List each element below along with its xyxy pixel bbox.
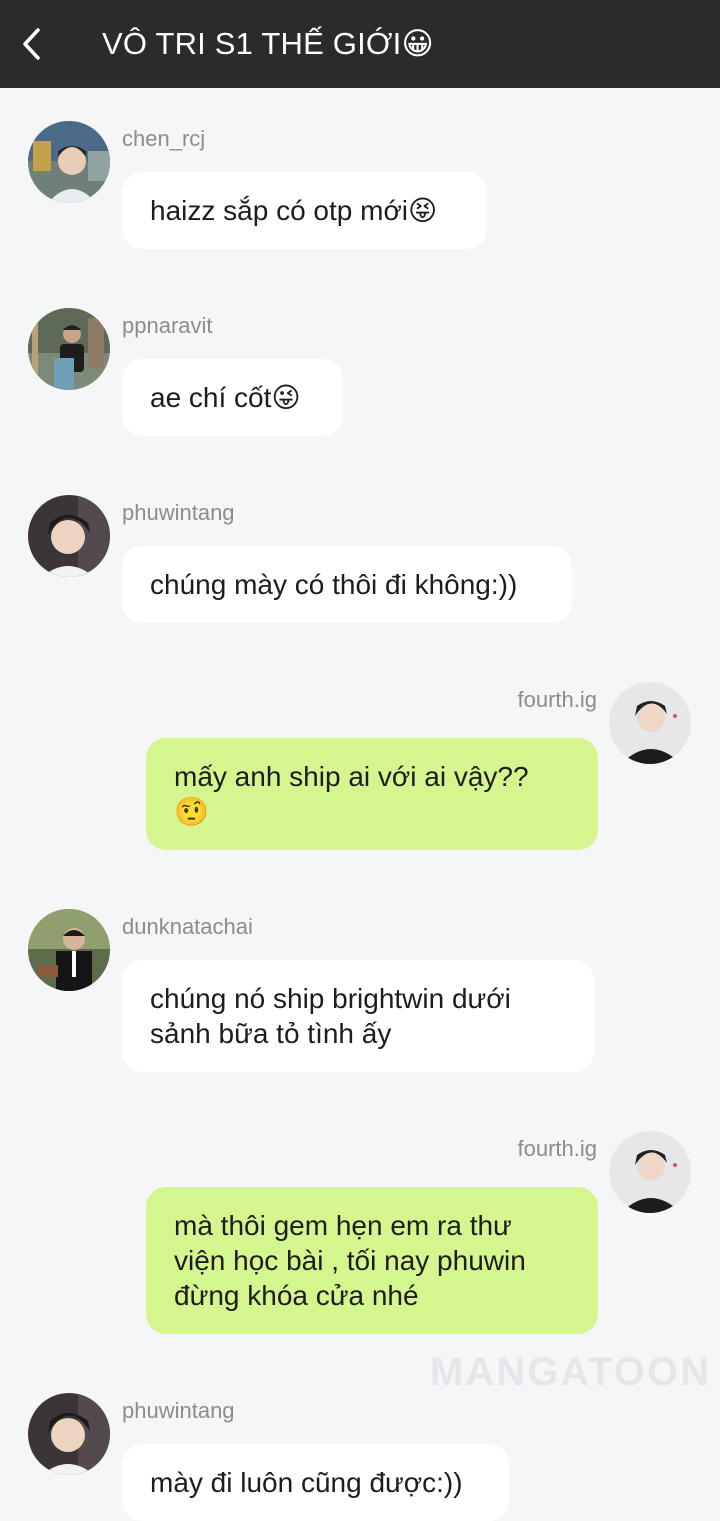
- avatar[interactable]: [609, 682, 691, 764]
- avatar[interactable]: [28, 909, 110, 991]
- username: chen_rcj: [122, 126, 206, 151]
- message-list[interactable]: chen_rcj haizz sắp có otp mới😝 ppnaravit…: [0, 88, 720, 1521]
- message-bubble[interactable]: mấy anh ship ai với ai vậy?? 🤨: [146, 738, 598, 850]
- username: dunknatachai: [122, 914, 253, 939]
- avatar[interactable]: [28, 495, 110, 577]
- username: ppnaravit: [122, 313, 213, 338]
- username: phuwintang: [122, 500, 235, 525]
- username: fourth.ig: [517, 1136, 598, 1161]
- chat-title: VÔ TRI S1 THẾ GIỚI😀: [102, 26, 435, 61]
- message-bubble[interactable]: chúng nó ship brightwin dưới sảnh bữa tỏ…: [122, 960, 594, 1072]
- avatar[interactable]: [609, 1131, 691, 1213]
- avatar[interactable]: [28, 1393, 110, 1475]
- avatar[interactable]: [28, 121, 110, 203]
- watermark: MANGATOON: [430, 1350, 711, 1394]
- top-bar: VÔ TRI S1 THẾ GIỚI😀: [0, 0, 720, 88]
- username: phuwintang: [122, 1398, 235, 1423]
- message-bubble[interactable]: mà thôi gem hẹn em ra thư viện học bài ,…: [146, 1187, 598, 1334]
- chevron-left-icon: [23, 28, 40, 60]
- message-bubble[interactable]: chúng mày có thôi đi không:)): [122, 546, 572, 623]
- message-bubble[interactable]: ae chí cốt😜: [122, 359, 343, 436]
- back-button[interactable]: [0, 0, 64, 88]
- username: fourth.ig: [517, 687, 598, 712]
- message-bubble[interactable]: mày đi luôn cũng được:)): [122, 1444, 509, 1521]
- avatar[interactable]: [28, 308, 110, 390]
- message-bubble[interactable]: haizz sắp có otp mới😝: [122, 172, 487, 249]
